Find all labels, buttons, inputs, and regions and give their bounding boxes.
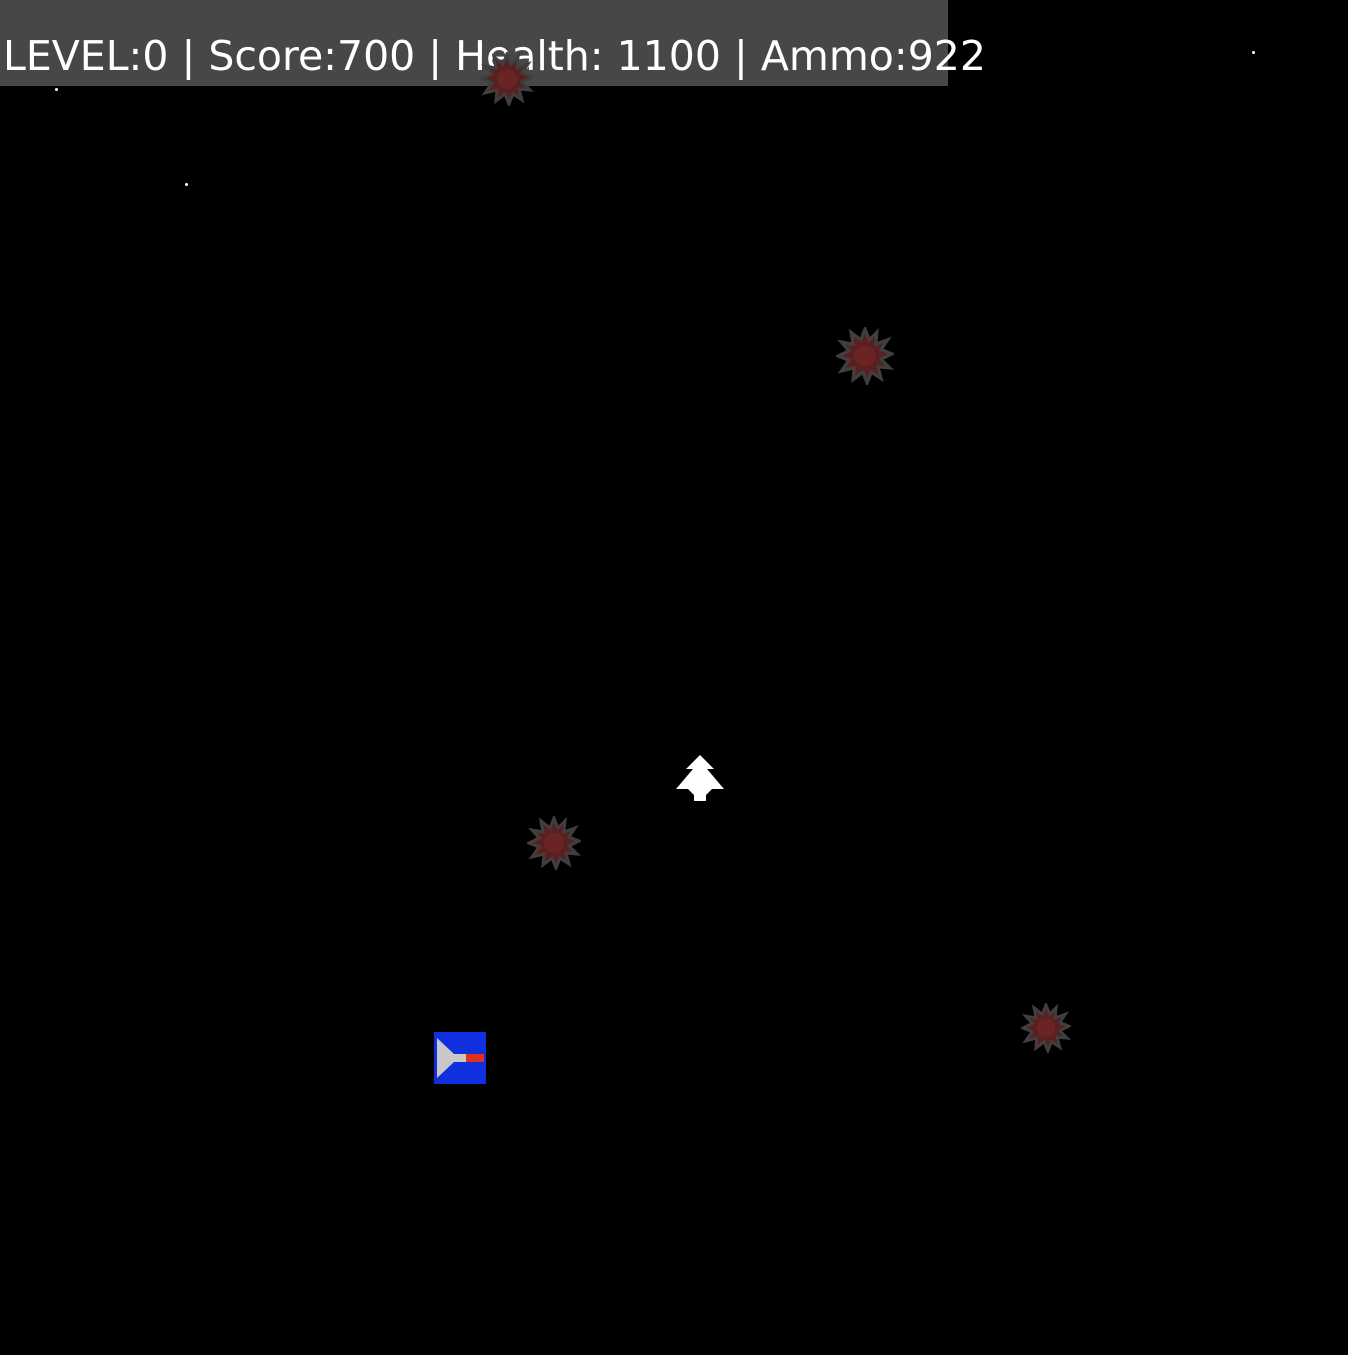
- hud-separator: |: [168, 32, 209, 80]
- ammo-crate-icon: [434, 1032, 486, 1084]
- ammo-value: 922: [907, 32, 986, 80]
- star: [185, 183, 188, 186]
- level-label: LEVEL:: [3, 32, 143, 80]
- level-value: 0: [142, 32, 169, 80]
- spiked-mine-icon: [527, 816, 581, 870]
- spiked-mine-icon: [1021, 1003, 1071, 1053]
- hud-separator: |: [415, 32, 456, 80]
- health-value: 1100: [616, 32, 721, 80]
- ammo-label: Ammo:: [760, 32, 908, 80]
- star: [55, 88, 58, 91]
- spiked-mine-icon: [836, 327, 894, 385]
- star: [1252, 51, 1255, 54]
- hud-separator: |: [720, 32, 761, 80]
- game-canvas[interactable]: LEVEL:0 | Score:700 | Health: 1100 | Amm…: [0, 0, 1348, 1355]
- score-label: Score:: [208, 32, 337, 80]
- player-ship-icon: [676, 755, 724, 801]
- score-value: 700: [337, 32, 416, 80]
- hud-bar: LEVEL:0 | Score:700 | Health: 1100 | Amm…: [0, 0, 986, 86]
- spiked-mine-icon: [480, 52, 534, 106]
